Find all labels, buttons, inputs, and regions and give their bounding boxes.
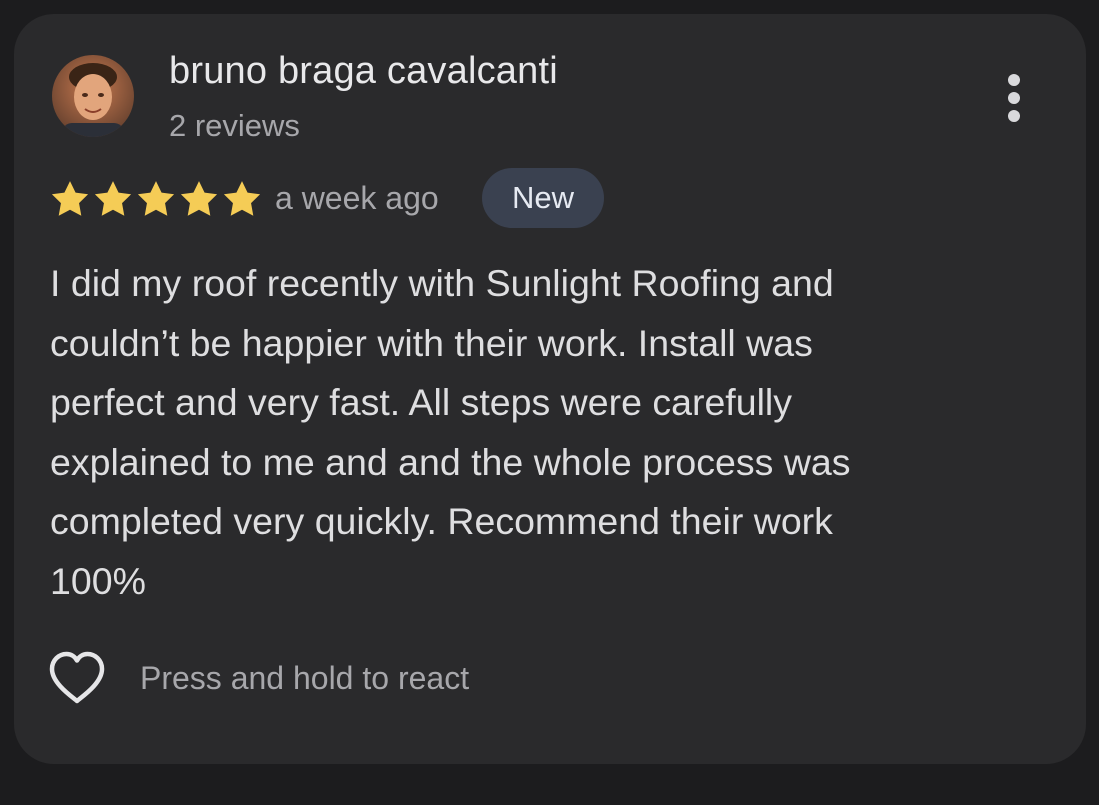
star-icon	[178, 179, 220, 219]
star-rating	[49, 179, 263, 219]
review-date: a week ago	[275, 180, 439, 216]
star-icon	[135, 179, 177, 219]
avatar[interactable]	[52, 55, 134, 137]
react-button[interactable]: Press and hold to react	[48, 646, 469, 710]
more-options-button[interactable]	[996, 70, 1032, 126]
new-badge: New	[482, 168, 604, 228]
react-label: Press and hold to react	[140, 659, 470, 696]
review-text: I did my roof recently with Sunlight Roo…	[50, 262, 851, 602]
star-icon	[92, 179, 134, 219]
more-vertical-icon-dot	[1008, 110, 1020, 122]
more-vertical-icon	[1008, 74, 1020, 86]
review-count[interactable]: 2 reviews	[169, 108, 300, 144]
review-card: bruno braga cavalcanti 2 reviews a week …	[14, 14, 1086, 764]
heart-outline-icon	[48, 651, 106, 705]
star-icon	[221, 179, 263, 219]
more-vertical-icon-dot	[1008, 92, 1020, 104]
star-icon	[49, 179, 91, 219]
reviewer-name[interactable]: bruno braga cavalcanti	[169, 50, 558, 93]
avatar-photo	[52, 55, 134, 137]
